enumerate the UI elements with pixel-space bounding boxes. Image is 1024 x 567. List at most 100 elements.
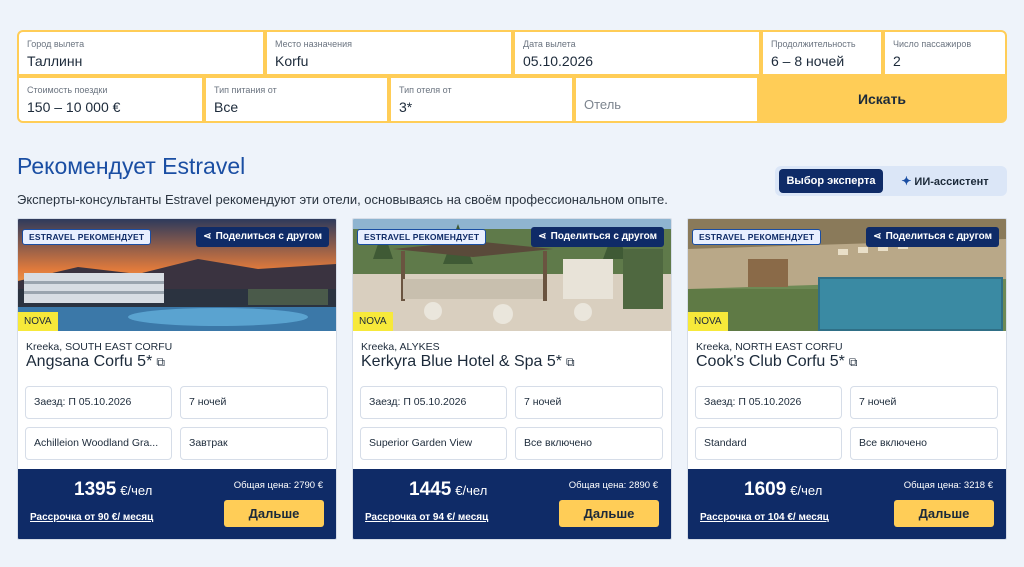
duration-field[interactable]: Продолжительность 6 – 8 ночей [763, 32, 881, 74]
price-value: 1445 [409, 479, 452, 500]
nights-box[interactable]: 7 ночей [180, 386, 328, 419]
share-label: Поделиться с другом [885, 231, 992, 242]
meal-value: Все [214, 99, 239, 115]
room-box[interactable]: Standard [695, 427, 842, 460]
total-price: Общая цена: 2790 € [233, 480, 323, 491]
hotel-region: Kreeka, ALYKES [361, 341, 440, 353]
hotel-photo[interactable]: ESTRAVEL РЕКОМЕНДУЕТ ⋖ Поделиться с друго… [353, 219, 671, 331]
hotel-name: Cook's Club Corfu 5* [696, 353, 845, 370]
meal-label: Тип питания от [214, 85, 277, 95]
share-icon: ⋖ [203, 231, 212, 242]
price-value: 1609 [744, 479, 787, 500]
hotel-card: ESTRAVEL РЕКОМЕНДУЕТ ⋖ Поделиться с друго… [17, 218, 337, 540]
nova-badge: NOVA [688, 312, 728, 331]
recommend-badge: ESTRAVEL РЕКОМЕНДУЕТ [357, 229, 487, 245]
checkin-box[interactable]: Заезд: П 05.10.2026 [695, 386, 842, 419]
passengers-label: Число пассажиров [893, 39, 972, 49]
hotel-type-field[interactable]: Тип отеля от 3* [391, 78, 572, 121]
hotel-search-input[interactable]: Отель [576, 78, 757, 121]
meal-field[interactable]: Тип питания от Все [206, 78, 387, 121]
share-label: Поделиться с другом [215, 231, 322, 242]
ai-assistant-label: ИИ-ассистент [914, 176, 989, 188]
date-label: Дата вылета [523, 39, 576, 49]
installment-link[interactable]: Рассрочка от 94 €/ месяц [365, 512, 488, 523]
expert-choice-tab[interactable]: Выбор эксперта [779, 169, 883, 193]
share-icon: ⋖ [873, 231, 882, 242]
destination-label: Место назначения [275, 39, 352, 49]
room-box[interactable]: Superior Garden View [360, 427, 507, 460]
destination-value: Korfu [275, 53, 309, 69]
hotel-placeholder: Отель [584, 97, 622, 112]
price-bar: 1609 €/чел Общая цена: 3218 € Рассрочка о… [688, 469, 1006, 539]
hotel-card: ESTRAVEL РЕКОМЕНДУЕТ ⋖ Поделиться с друго… [352, 218, 672, 540]
duration-label: Продолжительность [771, 39, 856, 49]
external-link-icon: ⧉ [848, 355, 858, 369]
hotel-photo[interactable]: ESTRAVEL РЕКОМЕНДУЕТ ⋖ Поделиться с друго… [18, 219, 336, 331]
external-link-icon: ⧉ [156, 355, 165, 369]
checkin-box[interactable]: Заезд: П 05.10.2026 [25, 386, 172, 419]
price-value: 1395 [74, 479, 117, 500]
hotel-type-label: Тип отеля от [399, 85, 452, 95]
price-per-person: 1445 €/чел [409, 479, 487, 501]
share-button[interactable]: ⋖ Поделиться с другом [866, 227, 999, 247]
date-field[interactable]: Дата вылета 05.10.2026 [515, 32, 759, 74]
price-unit: €/чел [455, 483, 488, 498]
nova-badge: NOVA [18, 312, 58, 331]
recommend-badge: ESTRAVEL РЕКОМЕНДУЕТ [692, 229, 822, 245]
departure-value: Таллинн [27, 53, 83, 69]
search-button[interactable]: Искать [759, 78, 1005, 121]
duration-value: 6 – 8 ночей [771, 53, 845, 69]
departure-label: Город вылета [27, 39, 85, 49]
price-unit: €/чел [790, 483, 823, 498]
hotel-name-link[interactable]: Kerkyra Blue Hotel & Spa 5* ⧉ [361, 353, 575, 371]
price-value: 150 – 10 000 € [27, 99, 121, 115]
next-button[interactable]: Дальше [894, 500, 994, 527]
share-icon: ⋖ [538, 231, 547, 242]
departure-field[interactable]: Город вылета Таллинн [19, 32, 263, 74]
price-label: Стоимость поездки [27, 85, 108, 95]
section-subtitle: Эксперты-консультанты Estravel рекоменду… [17, 192, 668, 207]
hotel-region: Kreeka, SOUTH EAST CORFU [26, 341, 173, 353]
checkin-box[interactable]: Заезд: П 05.10.2026 [360, 386, 507, 419]
hotel-photo[interactable]: ESTRAVEL РЕКОМЕНДУЕТ ⋖ Поделиться с друго… [688, 219, 1006, 331]
external-link-icon: ⧉ [566, 355, 575, 369]
recommend-badge: ESTRAVEL РЕКОМЕНДУЕТ [22, 229, 152, 245]
hotel-name-link[interactable]: Cook's Club Corfu 5* ⧉ [696, 353, 857, 371]
price-bar: 1395 €/чел Общая цена: 2790 € Рассрочка о… [18, 469, 336, 539]
price-field[interactable]: Стоимость поездки 150 – 10 000 € [19, 78, 202, 121]
total-price: Общая цена: 3218 € [903, 480, 993, 491]
price-per-person: 1609 €/чел [744, 479, 822, 501]
search-form: Город вылета Таллинн Место назначения Ko… [17, 30, 1007, 123]
total-price: Общая цена: 2890 € [568, 480, 658, 491]
section-title: Рекомендует Estravel [17, 153, 246, 179]
hotel-name: Angsana Corfu 5* [26, 353, 153, 370]
destination-field[interactable]: Место назначения Korfu [267, 32, 511, 74]
installment-link[interactable]: Рассрочка от 104 €/ месяц [700, 512, 829, 523]
hotel-card: ESTRAVEL РЕКОМЕНДУЕТ ⋖ Поделиться с друго… [687, 218, 1007, 540]
passengers-field[interactable]: Число пассажиров 2 [885, 32, 1005, 74]
share-button[interactable]: ⋖ Поделиться с другом [531, 227, 664, 247]
next-button[interactable]: Дальше [559, 500, 659, 527]
nova-badge: NOVA [353, 312, 393, 331]
hotel-name: Kerkyra Blue Hotel & Spa 5* [361, 353, 562, 370]
hotel-type-value: 3* [399, 99, 413, 115]
price-unit: €/чел [120, 483, 153, 498]
hotel-region: Kreeka, NORTH EAST CORFU [696, 341, 843, 353]
meal-box[interactable]: Завтрак [180, 427, 328, 460]
meal-box[interactable]: Все включено [515, 427, 663, 460]
share-label: Поделиться с другом [550, 231, 657, 242]
installment-link[interactable]: Рассрочка от 90 €/ месяц [30, 512, 153, 523]
nights-box[interactable]: 7 ночей [850, 386, 998, 419]
sparkle-icon: ✦ [901, 174, 912, 188]
hotel-name-link[interactable]: Angsana Corfu 5* ⧉ [26, 353, 165, 371]
recommendation-toggle: Выбор эксперта ✦ ИИ-ассистент [775, 166, 1007, 196]
room-box[interactable]: Achilleion Woodland Gra... [25, 427, 172, 460]
share-button[interactable]: ⋖ Поделиться с другом [196, 227, 329, 247]
passengers-value: 2 [893, 53, 901, 69]
nights-box[interactable]: 7 ночей [515, 386, 663, 419]
next-button[interactable]: Дальше [224, 500, 324, 527]
ai-assistant-tab[interactable]: ✦ ИИ-ассистент [887, 169, 1003, 193]
price-per-person: 1395 €/чел [74, 479, 152, 501]
price-bar: 1445 €/чел Общая цена: 2890 € Рассрочка о… [353, 469, 671, 539]
meal-box[interactable]: Все включено [850, 427, 998, 460]
